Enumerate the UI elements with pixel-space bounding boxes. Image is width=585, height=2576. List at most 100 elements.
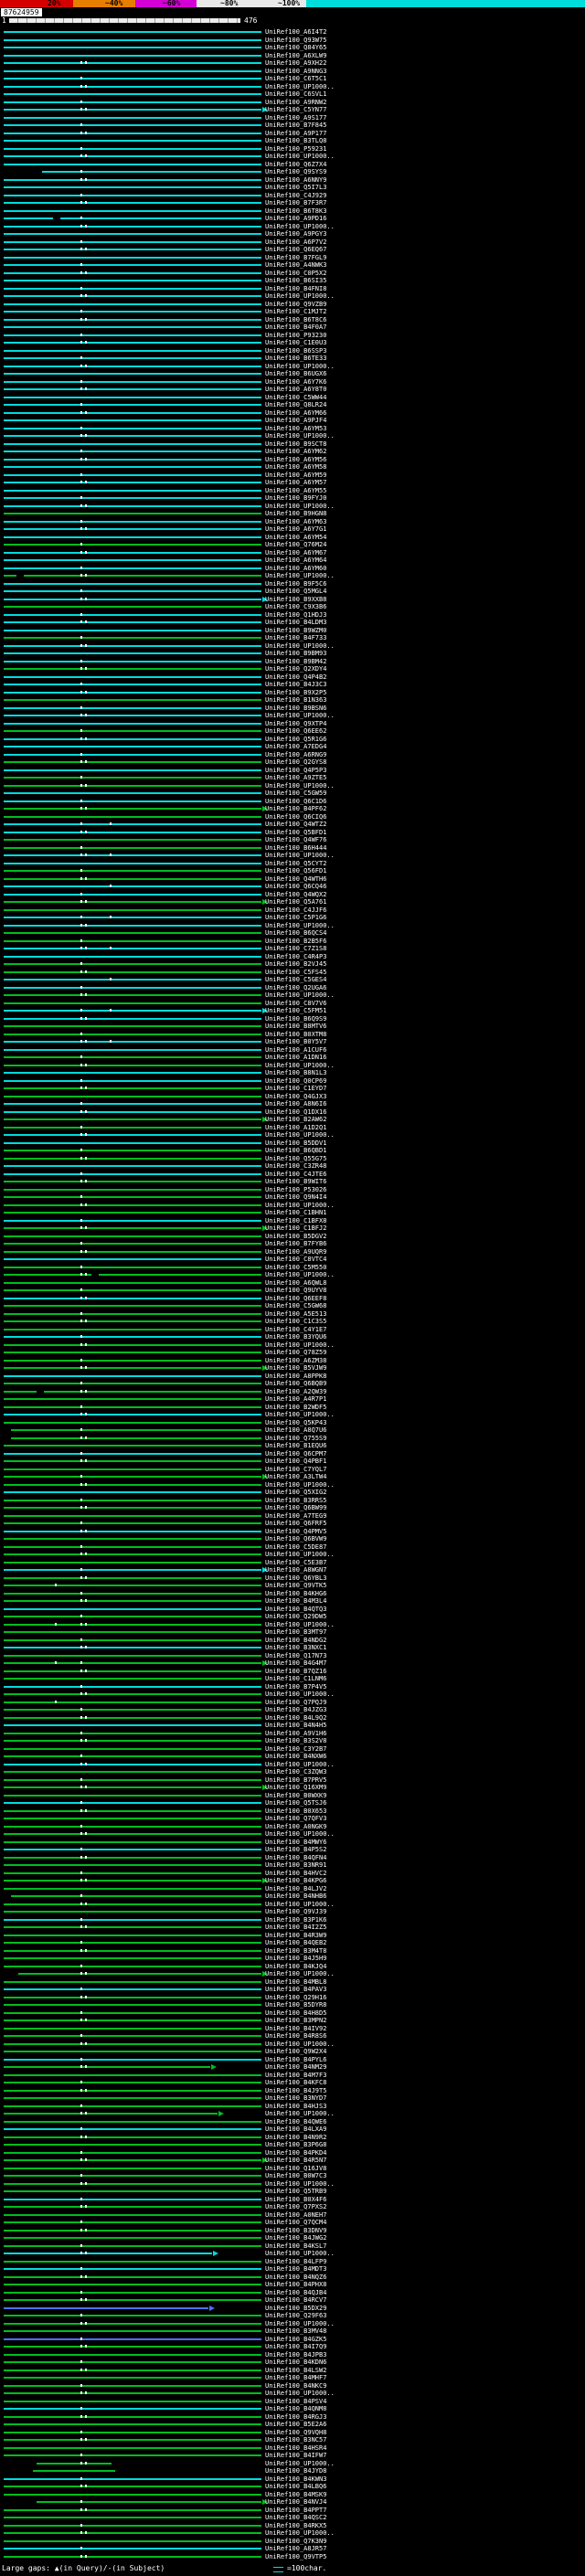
hit-bar[interactable] xyxy=(4,1235,261,1237)
hit-bar[interactable] xyxy=(4,397,261,398)
hit-bar[interactable] xyxy=(4,652,261,654)
hit-bar[interactable] xyxy=(4,1352,261,1353)
hit-bar[interactable] xyxy=(4,1639,261,1641)
hit-bar[interactable] xyxy=(4,2206,261,2208)
hit-bar[interactable] xyxy=(60,217,261,219)
hit-bar[interactable] xyxy=(4,47,261,48)
hit-bar[interactable] xyxy=(4,451,261,452)
hit-bar[interactable] xyxy=(4,1344,261,1346)
hit-bar[interactable] xyxy=(4,1111,261,1113)
hit-bar[interactable] xyxy=(4,1988,261,1990)
hit-bar[interactable] xyxy=(4,2043,261,2045)
hit-bar[interactable] xyxy=(4,590,261,592)
hit-bar[interactable] xyxy=(4,1025,261,1027)
hit-bar[interactable] xyxy=(4,1872,261,1874)
hit-bar[interactable] xyxy=(4,854,261,856)
hit-bar[interactable] xyxy=(4,1926,261,1928)
hit-bar[interactable] xyxy=(4,730,261,732)
hit-bar[interactable] xyxy=(4,552,261,554)
hit-bar[interactable] xyxy=(4,2004,261,2006)
hit-bar[interactable] xyxy=(4,1522,261,1524)
hit-bar[interactable] xyxy=(4,2284,261,2285)
hit-bar[interactable] xyxy=(4,987,261,989)
hit-bar[interactable] xyxy=(4,366,261,367)
hit-bar[interactable] xyxy=(4,2175,261,2177)
hit-bar[interactable] xyxy=(4,1802,261,1804)
hit-bar[interactable] xyxy=(37,2501,261,2503)
hit-bar[interactable] xyxy=(4,2346,261,2348)
hit-bar[interactable] xyxy=(4,637,261,639)
hit-bar[interactable] xyxy=(4,2447,261,2449)
hit-bar[interactable] xyxy=(4,195,261,196)
hit-label[interactable]: UniRef100_Q9VTP5 xyxy=(265,2553,326,2561)
hit-bar[interactable] xyxy=(4,1080,261,1082)
hit-bar[interactable] xyxy=(4,513,261,514)
hit-bar[interactable] xyxy=(4,124,261,126)
hit-bar[interactable] xyxy=(11,1429,261,1431)
hit-bar[interactable] xyxy=(4,909,261,911)
hit-bar[interactable] xyxy=(4,2090,261,2092)
hit-bar[interactable] xyxy=(4,1670,261,1672)
hit-bar[interactable] xyxy=(4,1227,261,1229)
hit-bar[interactable] xyxy=(4,2548,261,2549)
hit-bar[interactable] xyxy=(4,971,261,973)
hit-bar[interactable] xyxy=(4,2369,261,2371)
hit-bar[interactable] xyxy=(4,2323,261,2325)
hit-bar[interactable] xyxy=(4,1414,261,1415)
hit-bar[interactable] xyxy=(4,599,261,600)
hit-bar[interactable] xyxy=(4,1041,261,1043)
hit-bar[interactable] xyxy=(4,2245,261,2247)
hit-bar[interactable] xyxy=(4,800,261,802)
hit-bar[interactable] xyxy=(4,1624,261,1626)
hit-bar[interactable] xyxy=(4,1406,261,1408)
hit-bar[interactable] xyxy=(4,1546,261,1548)
hit-bar[interactable] xyxy=(4,1034,261,1035)
hit-bar[interactable] xyxy=(4,661,261,663)
hit-bar[interactable] xyxy=(4,808,261,810)
hit-bar[interactable] xyxy=(4,474,261,476)
hit-bar[interactable] xyxy=(4,1181,261,1182)
hit-bar[interactable] xyxy=(4,1002,261,1004)
hit-bar[interactable] xyxy=(4,1282,261,1284)
hit-bar[interactable] xyxy=(4,148,261,150)
hit-bar[interactable] xyxy=(4,1779,261,1781)
hit-bar[interactable] xyxy=(4,490,261,492)
hit-bar[interactable] xyxy=(4,1538,261,1540)
hit-bar[interactable] xyxy=(4,2517,261,2518)
hit-bar[interactable] xyxy=(4,202,261,204)
hit-bar[interactable] xyxy=(4,1771,261,1773)
hit-bar[interactable] xyxy=(4,186,261,188)
hit-bar[interactable] xyxy=(4,699,261,701)
hit-bar[interactable] xyxy=(4,1857,261,1859)
hit-bar[interactable] xyxy=(4,2121,261,2123)
hit-bar[interactable] xyxy=(4,878,261,880)
hit-bar[interactable] xyxy=(4,1103,261,1105)
hit-bar[interactable] xyxy=(4,1755,261,1757)
hit-bar[interactable] xyxy=(37,2463,112,2465)
hit-bar[interactable] xyxy=(4,2230,261,2231)
hit-bar[interactable] xyxy=(4,210,261,212)
hit-bar[interactable] xyxy=(4,2416,261,2418)
hit-bar[interactable] xyxy=(4,847,261,849)
hit-bar[interactable] xyxy=(4,528,261,530)
hit-bar[interactable] xyxy=(4,2066,210,2068)
hit-bar[interactable] xyxy=(4,62,261,64)
hit-bar[interactable] xyxy=(4,1049,261,1051)
hit-bar[interactable] xyxy=(4,544,261,546)
hit-bar[interactable] xyxy=(4,1724,261,1726)
hit-bar[interactable] xyxy=(4,1748,261,1750)
hit-bar[interactable] xyxy=(4,1966,261,1967)
hit-bar[interactable] xyxy=(4,1693,261,1695)
hit-bar[interactable] xyxy=(4,117,261,119)
hit-bar[interactable] xyxy=(24,575,261,577)
hit-bar[interactable] xyxy=(4,723,261,725)
hit-bar[interactable] xyxy=(4,2385,261,2387)
hit-bar[interactable] xyxy=(4,2423,261,2425)
hit-bar[interactable] xyxy=(4,1243,261,1245)
hit-bar[interactable] xyxy=(4,1795,261,1797)
hit-bar[interactable] xyxy=(4,676,261,678)
hit-bar[interactable] xyxy=(4,1911,261,1913)
hit-bar[interactable] xyxy=(4,2354,261,2356)
hit-bar[interactable] xyxy=(11,1895,261,1897)
hit-bar[interactable] xyxy=(4,1398,261,1400)
